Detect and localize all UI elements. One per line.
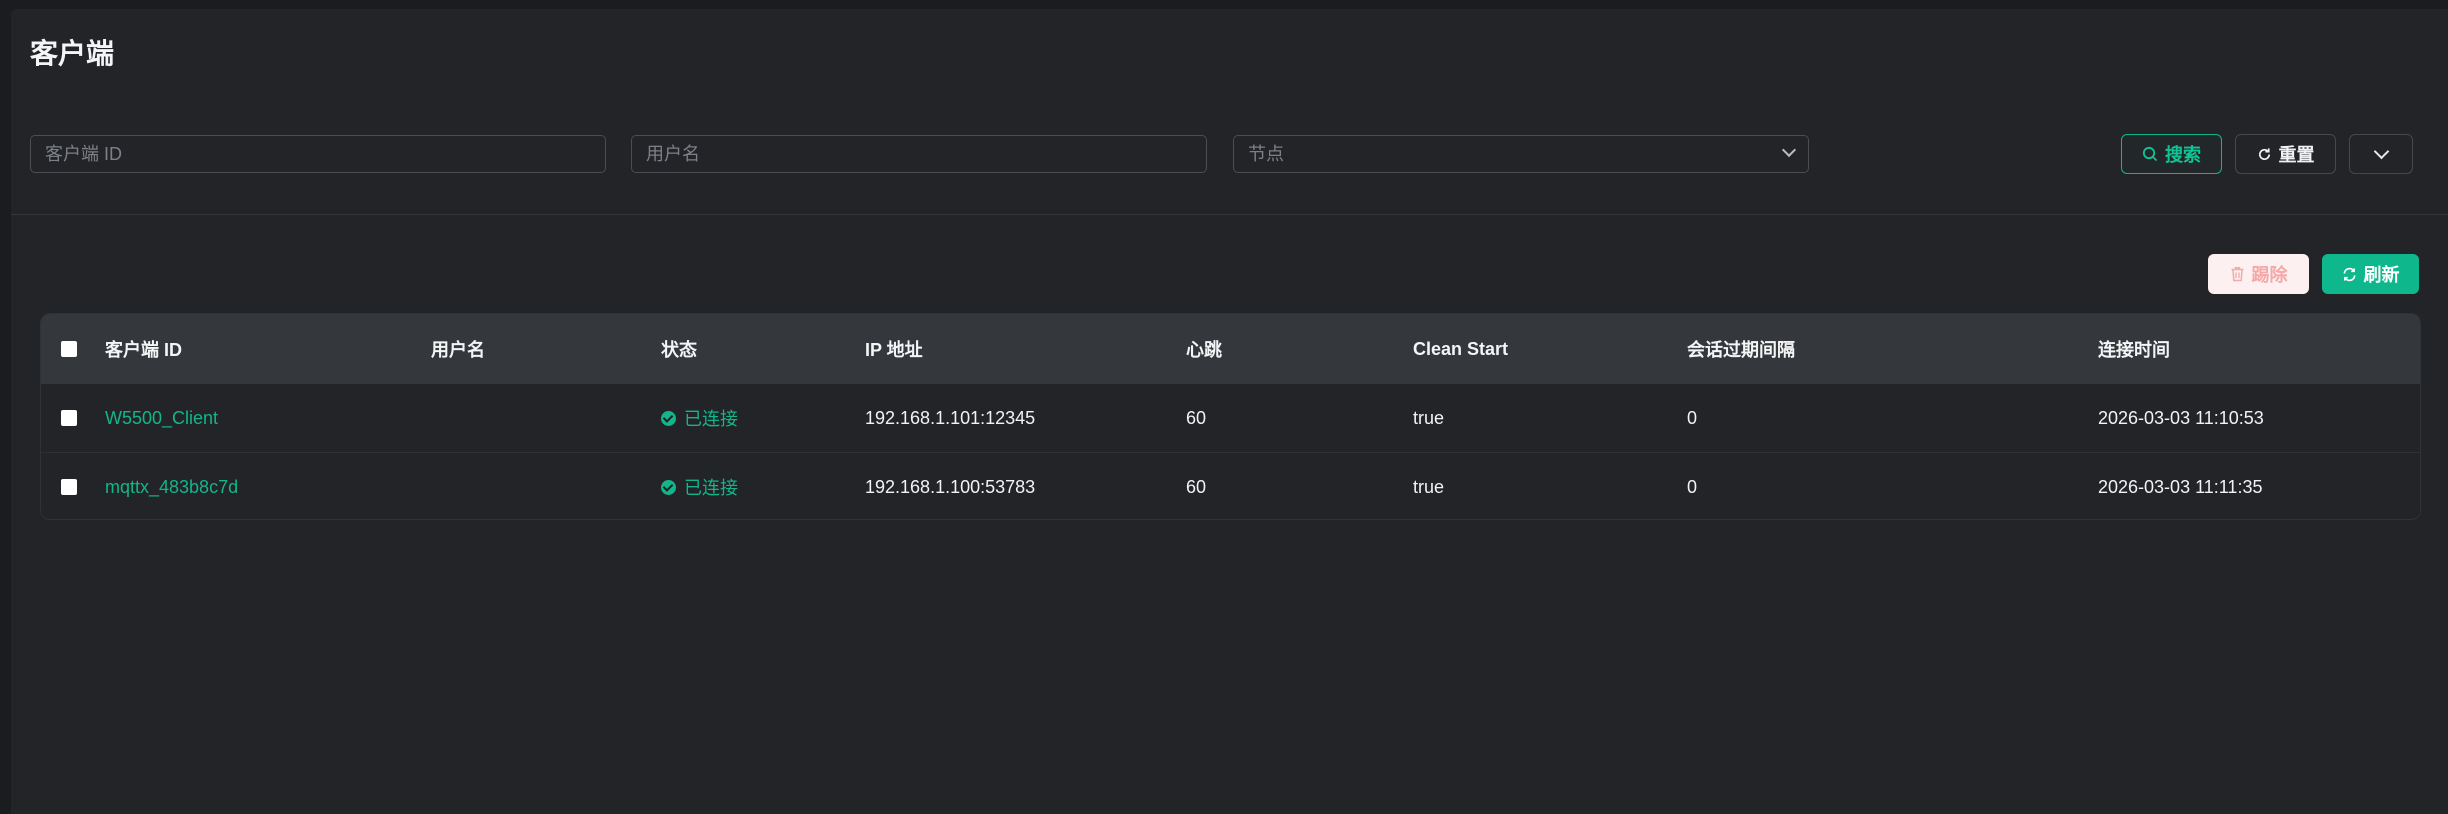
- header-status[interactable]: 状态: [661, 314, 697, 384]
- refresh-button-label: 刷新: [2363, 265, 2400, 285]
- check-circle-icon: [661, 479, 676, 495]
- reset-button[interactable]: 重置: [2235, 134, 2336, 174]
- ip-cell: 192.168.1.100:53783: [865, 476, 1036, 497]
- username-input[interactable]: 用户名: [631, 135, 1207, 173]
- expiry-cell: 0: [1687, 407, 1698, 428]
- refresh-button[interactable]: 刷新: [2322, 254, 2419, 294]
- connected-at-cell: 2026-03-03 11:11:35: [2098, 476, 2263, 497]
- kick-button-label: 踢除: [2251, 265, 2288, 285]
- node-select[interactable]: 节点: [1233, 135, 1809, 173]
- divider: [11, 214, 2448, 215]
- status-badge: 已连接: [661, 384, 738, 452]
- trash-icon: [2231, 267, 2243, 282]
- clean-start-cell: true: [1413, 476, 1445, 497]
- node-select-placeholder: 节点: [1248, 144, 1284, 164]
- header-expiry[interactable]: 会话过期间隔: [1687, 314, 1795, 384]
- expand-filters-button[interactable]: [2349, 134, 2413, 174]
- row-checkbox[interactable]: [61, 479, 77, 495]
- status-text: 已连接: [684, 409, 738, 429]
- chevron-down-icon: [1781, 142, 1797, 158]
- header-keepalive[interactable]: 心跳: [1186, 314, 1222, 384]
- page-title: 客户端: [30, 38, 115, 69]
- expiry-cell: 0: [1687, 476, 1698, 497]
- status-badge: 已连接: [661, 453, 738, 519]
- header-ip[interactable]: IP 地址: [865, 314, 923, 384]
- table-row: mqttx_483b8c7d 已连接 192.168.1.100:53783 6…: [41, 453, 2420, 519]
- header-username[interactable]: 用户名: [431, 314, 485, 384]
- check-circle-icon: [661, 410, 676, 426]
- row-checkbox[interactable]: [61, 410, 77, 426]
- client-id-input[interactable]: 客户端 ID: [30, 135, 606, 173]
- refresh-icon: [2343, 267, 2355, 281]
- client-id-link[interactable]: W5500_Client: [105, 384, 218, 452]
- header-clean-start[interactable]: Clean Start: [1413, 314, 1508, 384]
- search-button[interactable]: 搜索: [2121, 134, 2222, 174]
- kick-button[interactable]: 踢除: [2208, 254, 2309, 294]
- search-icon: [2142, 146, 2158, 162]
- keepalive-cell: 60: [1186, 407, 1207, 428]
- keepalive-cell: 60: [1186, 476, 1207, 497]
- table-row: W5500_Client 已连接 192.168.1.101:12345 60 …: [41, 384, 2420, 453]
- search-button-label: 搜索: [2165, 145, 2201, 165]
- chevron-down-icon: [2373, 143, 2389, 159]
- select-all-checkbox[interactable]: [61, 341, 77, 357]
- clean-start-cell: true: [1413, 407, 1445, 428]
- reset-button-label: 重置: [2278, 145, 2315, 165]
- client-id-link[interactable]: mqttx_483b8c7d: [105, 453, 238, 519]
- table-header: 客户端 ID 用户名 状态 IP 地址 心跳 Clean Start 会话过期间…: [41, 314, 2420, 384]
- reset-icon: [2258, 147, 2270, 160]
- clients-table: 客户端 ID 用户名 状态 IP 地址 心跳 Clean Start 会话过期间…: [40, 313, 2421, 520]
- status-text: 已连接: [684, 478, 738, 498]
- header-connected-at[interactable]: 连接时间: [2098, 314, 2170, 384]
- ip-cell: 192.168.1.101:12345: [865, 407, 1036, 428]
- header-client-id[interactable]: 客户端 ID: [105, 314, 182, 384]
- connected-at-cell: 2026-03-03 11:10:53: [2098, 407, 2264, 428]
